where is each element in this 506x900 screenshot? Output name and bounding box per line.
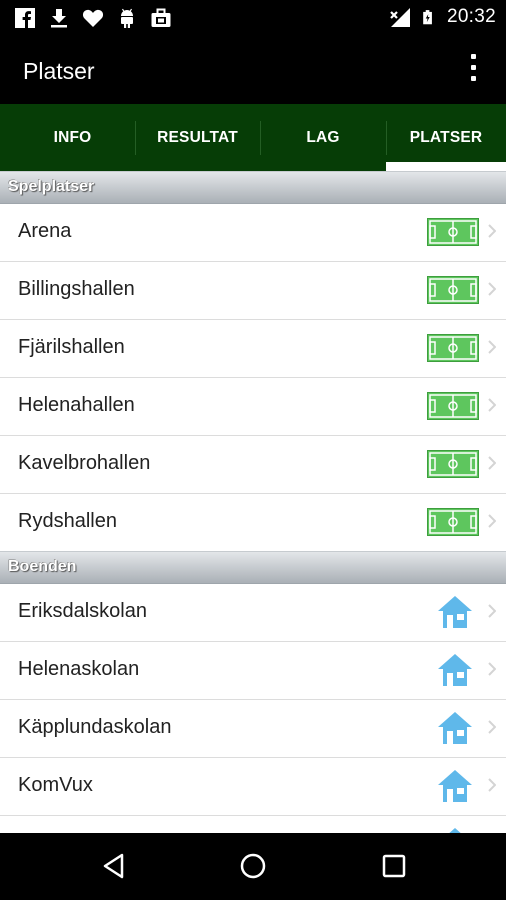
back-icon[interactable] — [100, 851, 130, 881]
chevron-right-icon — [488, 662, 496, 676]
chevron-right-icon — [488, 224, 496, 238]
tab-label: INFO — [53, 128, 92, 146]
chevron-right-icon — [488, 514, 496, 528]
list-item-label: Billingshallen — [18, 278, 135, 300]
house-icon — [438, 596, 472, 628]
page-title: Platser — [23, 58, 95, 84]
section-header-boenden: Boenden — [0, 551, 506, 584]
chevron-right-icon — [488, 456, 496, 470]
selected-tab-indicator — [386, 162, 506, 171]
list-item-label: Helenaskolan — [18, 658, 140, 680]
house-icon — [438, 712, 472, 744]
field-icon — [427, 508, 479, 536]
field-icon — [427, 450, 479, 478]
list-item-arena[interactable]: Arena — [0, 204, 506, 262]
signal-icon — [390, 8, 410, 27]
list-item-label: Helenahallen — [18, 394, 135, 416]
chevron-right-icon — [488, 282, 496, 296]
section-title: Spelplatser — [8, 178, 95, 195]
list-item-label: KomVux — [18, 774, 93, 796]
list-item-kapplundaskolan[interactable]: Käpplundaskolan — [0, 700, 506, 758]
facebook-icon — [15, 8, 35, 28]
places-list[interactable]: Spelplatser Arena Billingshallen Fjärils… — [0, 171, 506, 833]
tab-info[interactable]: INFO — [10, 104, 135, 171]
chevron-right-icon — [488, 778, 496, 792]
tab-lag[interactable]: LAG — [260, 104, 386, 171]
download-icon — [51, 9, 67, 28]
app-bar: Platser — [0, 36, 506, 104]
list-item-label: Eriksdalskolan — [18, 600, 147, 622]
chevron-right-icon — [488, 398, 496, 412]
system-nav-bar — [0, 833, 506, 900]
status-bar: 20:32 — [0, 0, 506, 36]
list-item-label: Fjärilshallen — [18, 336, 125, 358]
heart-icon — [82, 9, 104, 27]
list-item-billingshallen[interactable]: Billingshallen — [0, 262, 506, 320]
list-item-fjarilshallen[interactable]: Fjärilshallen — [0, 320, 506, 378]
section-title: Boenden — [8, 558, 77, 575]
list-item-komvux[interactable]: KomVux — [0, 758, 506, 816]
list-item-helenahallen[interactable]: Helenahallen — [0, 378, 506, 436]
house-icon — [438, 654, 472, 686]
tab-platser[interactable]: PLATSER — [386, 104, 506, 171]
list-item-helenaskolan[interactable]: Helenaskolan — [0, 642, 506, 700]
list-item-partial[interactable] — [0, 816, 506, 833]
chevron-right-icon — [488, 340, 496, 354]
chevron-right-icon — [488, 604, 496, 618]
list-item-label: Rydshallen — [18, 510, 117, 532]
field-icon — [427, 276, 479, 304]
field-icon — [427, 218, 479, 246]
clock: 20:32 — [446, 6, 496, 27]
chevron-right-icon — [488, 720, 496, 734]
tab-label: PLATSER — [409, 128, 483, 146]
field-icon — [427, 334, 479, 362]
list-item-label: Arena — [18, 220, 72, 242]
list-item-label: Kavelbrohallen — [18, 452, 151, 474]
house-icon — [449, 828, 461, 833]
list-item-label: Käpplundaskolan — [18, 716, 172, 738]
tab-label: LAG — [306, 128, 340, 146]
recents-icon[interactable] — [379, 851, 409, 881]
overflow-menu-icon[interactable] — [468, 54, 478, 86]
list-item-rydshallen[interactable]: Rydshallen — [0, 494, 506, 552]
list-item-kavelbrohallen[interactable]: Kavelbrohallen — [0, 436, 506, 494]
list-item-eriksdalskolan[interactable]: Eriksdalskolan — [0, 584, 506, 642]
section-header-spelplatser: Spelplatser — [0, 171, 506, 204]
android-icon — [121, 8, 133, 28]
house-icon — [438, 770, 472, 802]
briefcase-icon — [151, 8, 171, 27]
tab-bar: INFO RESULTAT LAG PLATSER — [0, 104, 506, 171]
field-icon — [427, 392, 479, 420]
tab-resultat[interactable]: RESULTAT — [135, 104, 260, 171]
home-icon[interactable] — [238, 851, 268, 881]
tab-label: RESULTAT — [157, 128, 238, 146]
battery-icon — [423, 10, 432, 25]
